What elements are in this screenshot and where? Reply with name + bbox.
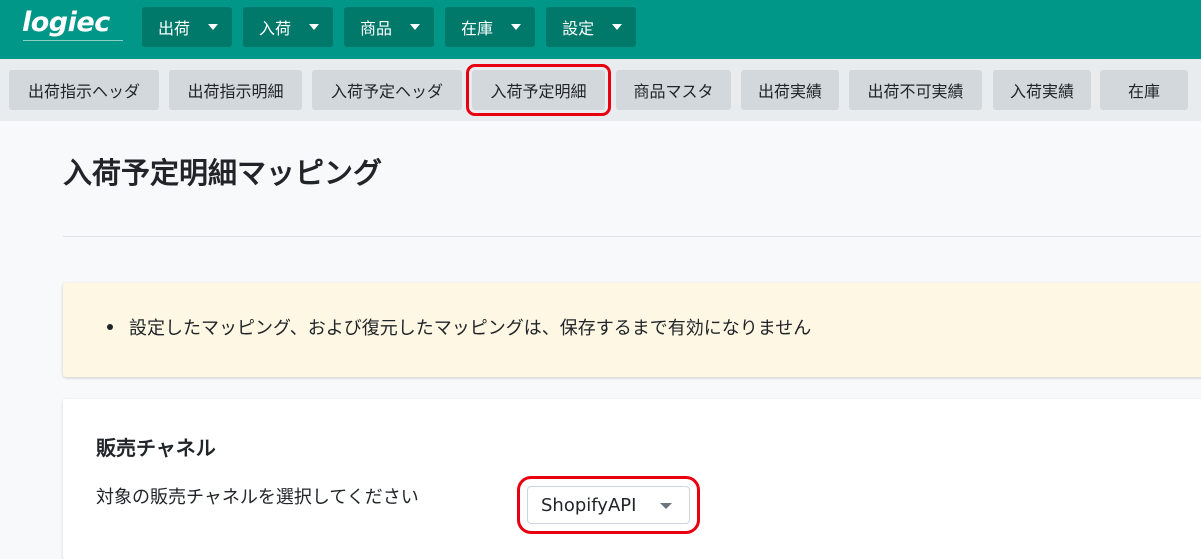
bullet-icon [107, 324, 113, 330]
nav-dropdown-receiving[interactable]: 入荷 [243, 7, 334, 47]
caret-down-icon [511, 24, 522, 30]
page-title: 入荷予定明細マッピング [63, 156, 383, 190]
nav-dropdown-label: 設定 [562, 19, 595, 38]
caret-down-icon [660, 503, 672, 509]
notice-text: 設定したマッピング、および復元したマッピングは、保存するまで有効になりません [129, 318, 812, 339]
sales-channel-card: 販売チャネル 対象の販売チャネルを選択してください ShopifyAPI [63, 399, 1201, 559]
logiec-logo[interactable]: logiec [22, 7, 123, 48]
tab-shipping-order-detail[interactable]: 出荷指示明細 [169, 70, 302, 110]
caret-down-icon [309, 24, 320, 30]
nav-dropdown-inventory[interactable]: 在庫 [445, 7, 536, 47]
tab-product-master[interactable]: 商品マスタ [616, 70, 731, 110]
logo-tagline-line [23, 40, 123, 43]
notice-list-item: 設定したマッピング、および復元したマッピングは、保存するまで有効になりません [107, 314, 812, 340]
notice-alert: 設定したマッピング、および復元したマッピングは、保存するまで有効になりません [63, 283, 1201, 377]
tab-receiving-results[interactable]: 入荷実績 [993, 70, 1091, 110]
tab-receiving-plan-detail[interactable]: 入荷予定明細 [466, 64, 611, 116]
tab-shipping-order-header[interactable]: 出荷指示ヘッダ [9, 70, 159, 110]
title-divider [63, 236, 1201, 237]
nav-dropdown-shipping[interactable]: 出荷 [142, 7, 233, 47]
tab-shipping-results[interactable]: 出荷実績 [741, 70, 839, 110]
tab-unshippable-results[interactable]: 出荷不可実績 [849, 70, 982, 110]
nav-dropdown-label: 商品 [360, 19, 393, 38]
mapping-tab-bar: 出荷指示ヘッダ 出荷指示明細 入荷予定ヘッダ 入荷予定明細 商品マスタ 出荷実績… [0, 59, 1201, 121]
caret-down-icon [208, 24, 219, 30]
sales-channel-prompt: 対象の販売チャネルを選択してください [96, 487, 419, 508]
sales-channel-select[interactable]: ShopifyAPI [517, 476, 700, 534]
nav-dropdown-label: 出荷 [158, 19, 191, 38]
caret-down-icon [612, 24, 623, 30]
nav-dropdown-products[interactable]: 商品 [344, 7, 435, 47]
sales-channel-selected-value: ShopifyAPI [541, 494, 637, 516]
caret-down-icon [410, 24, 421, 30]
nav-dropdown-settings[interactable]: 設定 [546, 7, 637, 47]
logo-text: logiec [22, 7, 110, 38]
nav-dropdown-label: 入荷 [259, 19, 292, 38]
tab-inventory[interactable]: 在庫 [1100, 70, 1188, 110]
tab-receiving-plan-header[interactable]: 入荷予定ヘッダ [312, 70, 462, 110]
sales-channel-title: 販売チャネル [96, 436, 216, 460]
main-menu: 出荷 入荷 商品 在庫 設定 [142, 7, 637, 47]
nav-dropdown-label: 在庫 [461, 19, 494, 38]
top-navbar: logiec 出荷 入荷 商品 在庫 設定 [0, 0, 1201, 59]
